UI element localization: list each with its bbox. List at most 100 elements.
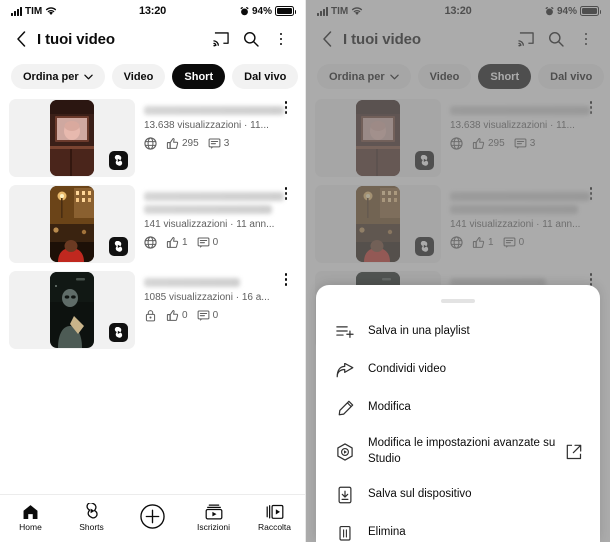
nav-label-subscriptions: Iscrizioni <box>196 521 231 532</box>
wifi-icon <box>45 6 57 16</box>
shorts-icon <box>109 323 128 342</box>
search-icon[interactable] <box>238 26 264 52</box>
nav-item-subscriptions[interactable]: Iscrizioni <box>185 504 243 532</box>
comment-count-group: 3 <box>208 137 230 150</box>
video-icon-stats: 0 0 <box>144 309 296 322</box>
sheet-drag-handle[interactable] <box>441 299 475 303</box>
bottom-navigation: Home Shorts Iscrizioni Raccolta <box>0 494 305 542</box>
chip-sort-by[interactable]: Ordina per <box>11 64 105 89</box>
comment-icon <box>208 137 221 150</box>
table-row[interactable]: 1085 visualizzazioni · 16 a... 0 0 <box>9 271 296 349</box>
cast-icon[interactable] <box>208 26 234 52</box>
menu-label-delete: Elimina <box>368 526 406 539</box>
table-row[interactable]: 141 visualizzazioni · 11 ann... 1 0 <box>9 185 296 263</box>
playlist-add-icon <box>332 325 358 339</box>
share-icon <box>332 362 358 378</box>
chip-short[interactable]: Short <box>172 64 226 89</box>
create-plus-icon <box>140 504 165 529</box>
nav-item-library[interactable]: Raccolta <box>246 504 304 532</box>
trash-icon <box>332 524 358 542</box>
status-bar-left: TIM <box>11 6 139 17</box>
video-meta: 13.638 visualizzazioni · 11... 295 3 <box>135 99 296 177</box>
nav-label-library: Raccolta <box>257 521 292 532</box>
studio-icon <box>332 442 358 461</box>
dual-screenshot-container: TIM 13:20 94% I tuoi video Ordina per Vi… <box>0 0 610 542</box>
comment-count: 3 <box>223 138 230 149</box>
video-stats: 141 visualizzazioni · 11 ann... <box>144 219 275 230</box>
pencil-edit-icon <box>332 400 358 417</box>
nav-item-create[interactable] <box>124 504 182 531</box>
shorts-icon <box>109 151 128 170</box>
download-device-icon <box>332 486 358 504</box>
video-thumbnail[interactable] <box>9 185 135 263</box>
menu-label-save-to-device: Salva sul dispositivo <box>368 488 472 501</box>
chip-live[interactable]: Dal vivo <box>232 64 299 89</box>
menu-item-share-video[interactable]: Condividi video <box>316 351 600 389</box>
video-thumbnail[interactable] <box>9 99 135 177</box>
nav-item-home[interactable]: Home <box>2 504 60 532</box>
nav-label-home: Home <box>19 521 42 532</box>
status-bar: TIM 13:20 94% <box>0 0 305 22</box>
thumbnail-image-tv-screen <box>50 100 94 176</box>
lock-icon <box>144 309 157 322</box>
kebab-menu-icon[interactable] <box>278 273 294 286</box>
table-row[interactable]: 13.638 visualizzazioni · 11... 295 3 <box>9 99 296 177</box>
subscriptions-icon <box>205 504 223 520</box>
like-count: 295 <box>182 138 199 149</box>
thumbs-up-icon <box>166 236 179 249</box>
video-title-blurred-line2 <box>144 205 272 214</box>
external-link-icon[interactable] <box>564 444 584 460</box>
like-count-group: 295 <box>166 137 199 150</box>
video-title-blurred <box>144 106 284 115</box>
video-thumbnail[interactable] <box>9 271 135 349</box>
globe-icon <box>144 236 157 249</box>
chip-live-label: Dal vivo <box>244 70 287 83</box>
shorts-icon <box>109 237 128 256</box>
status-bar-right: 94% <box>166 5 297 17</box>
nav-label-shorts: Shorts <box>79 522 104 532</box>
alarm-icon <box>240 6 249 16</box>
menu-item-save-to-playlist[interactable]: Salva in una playlist <box>316 313 600 351</box>
video-list: 13.638 visualizzazioni · 11... 295 3 141… <box>0 99 305 349</box>
nav-item-shorts[interactable]: Shorts <box>63 503 121 532</box>
status-bar-clock: 13:20 <box>138 5 167 17</box>
like-count-group: 0 <box>166 309 188 322</box>
carrier-label: TIM <box>25 5 43 17</box>
home-icon <box>22 504 39 520</box>
video-stats: 13.638 visualizzazioni · 11... <box>144 120 269 131</box>
signal-bars-icon <box>11 6 22 16</box>
chip-short-label: Short <box>184 70 214 83</box>
page-title: I tuoi video <box>37 30 115 48</box>
menu-item-edit[interactable]: Modifica <box>316 389 600 427</box>
comment-icon <box>197 236 210 249</box>
battery-icon <box>275 6 297 16</box>
phone-screen-action-sheet: TIM 13:20 94% I tuoi video <box>305 0 610 542</box>
comment-icon <box>197 309 210 322</box>
thumbnail-image-night-street <box>50 186 94 262</box>
video-icon-stats: 295 3 <box>144 137 296 150</box>
comment-count: 0 <box>212 310 219 321</box>
chip-sort-label: Ordina per <box>23 70 79 83</box>
chevron-down-icon <box>83 74 93 80</box>
thumbnail-image-dark-interior <box>50 272 94 348</box>
chip-video[interactable]: Video <box>111 64 166 89</box>
video-title-blurred <box>144 192 284 201</box>
library-icon <box>266 504 284 520</box>
back-chevron-icon[interactable] <box>11 29 31 49</box>
menu-item-studio-advanced-settings[interactable]: Modifica le impostazioni avanzate su Stu… <box>316 427 600 476</box>
like-count: 1 <box>182 237 188 248</box>
video-icon-stats: 1 0 <box>144 236 296 249</box>
phone-screen-list: TIM 13:20 94% I tuoi video Ordina per Vi… <box>0 0 305 542</box>
kebab-menu-icon[interactable] <box>268 26 294 52</box>
video-title-blurred <box>144 278 240 287</box>
menu-item-delete[interactable]: Elimina <box>316 514 600 542</box>
video-stats: 1085 visualizzazioni · 16 a... <box>144 292 270 303</box>
menu-item-save-to-device[interactable]: Salva sul dispositivo <box>316 476 600 514</box>
menu-label-save-to-playlist: Salva in una playlist <box>368 325 470 338</box>
battery-percent-label: 94% <box>252 5 273 17</box>
menu-label-edit: Modifica <box>368 401 411 414</box>
comment-count-group: 0 <box>197 236 218 249</box>
app-bar: I tuoi video <box>0 22 305 56</box>
menu-label-share-video: Condividi video <box>368 363 446 376</box>
filter-chip-bar: Ordina per Video Short Dal vivo <box>0 56 305 99</box>
